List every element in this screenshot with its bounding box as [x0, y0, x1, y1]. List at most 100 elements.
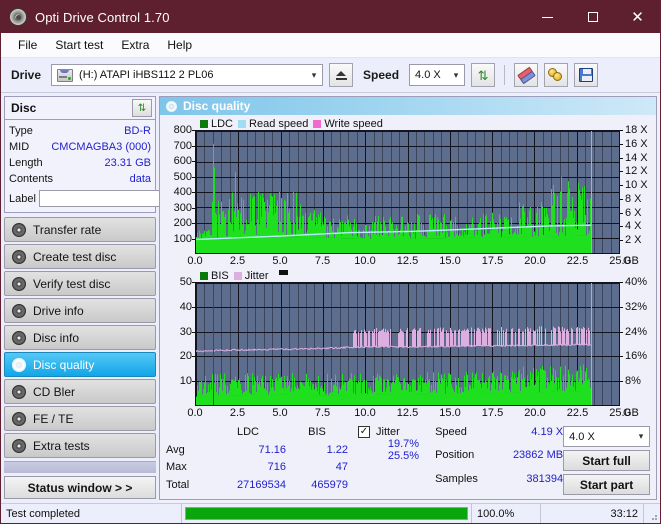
save-button[interactable] [574, 63, 598, 87]
resize-grip-icon [649, 512, 658, 521]
disc-icon [12, 331, 26, 345]
axis-tick-label: 100 [174, 233, 192, 245]
eraser-icon [517, 66, 536, 84]
axis-tick-label: 400 [174, 186, 192, 198]
jitter-column: ✓ Jitter 19.7% 25.5% [348, 426, 431, 495]
menu-item-help[interactable]: Help [158, 35, 201, 55]
axis-tick-label: 4 X [625, 220, 642, 232]
erase-button[interactable] [514, 63, 538, 87]
axis-tick-label: 2 X [625, 234, 642, 246]
axis-tick-label: 18 X [625, 124, 648, 136]
jitter-checkbox[interactable]: ✓ [358, 426, 370, 438]
test-controls: 4.0 X ▾ Start full Start part [563, 426, 650, 495]
axis-tick-label: 600 [174, 155, 192, 167]
resize-grip[interactable] [644, 504, 660, 523]
speed-label: Speed [359, 68, 403, 82]
sidebar-item-transfer-rate[interactable]: Transfer rate [4, 217, 156, 242]
refresh-icon: ⇅ [138, 103, 146, 114]
menu-item-start-test[interactable]: Start test [46, 35, 112, 55]
axis-tick-label: 12 X [625, 165, 648, 177]
eject-button[interactable] [329, 63, 353, 87]
eject-icon [336, 71, 347, 80]
axis-tick-label: 10 [180, 375, 192, 387]
charts-area: LDC Read speed Write speed 1002003004005… [160, 115, 656, 422]
ldc-plot-row: 100200300400500600700800 2 X4 X6 X8 X10 … [162, 130, 654, 254]
sidebar-item-disc-quality[interactable]: Disc quality [4, 352, 156, 377]
axis-tick-label: 15.0 [439, 407, 460, 419]
disc-icon [12, 412, 26, 426]
sidebar-item-extra-tests[interactable]: Extra tests [4, 433, 156, 458]
sidebar-item-create-test-disc[interactable]: Create test disc [4, 244, 156, 269]
window-controls: ✕ [525, 1, 660, 33]
status-progress-cell [182, 504, 472, 523]
axis-tick-label: 10.0 [354, 255, 375, 267]
axis-tick-label: 12.5 [397, 255, 418, 267]
axis-tick-label: 17.5 [482, 255, 503, 267]
sidebar-item-cd-bler[interactable]: CD Bler [4, 379, 156, 404]
minimize-icon [542, 17, 553, 18]
sidebar-item-label: Extra tests [33, 439, 90, 453]
sidebar-item-label: Disc info [33, 331, 79, 345]
sidebar-item-drive-info[interactable]: Drive info [4, 298, 156, 323]
axis-tick [620, 144, 623, 145]
disc-info-panel: Disc ⇅ Type BD-R MID CMCMAGBA3 (000) Len… [4, 96, 156, 213]
stats-panel: LDC BIS Avg 71.16 1.22 Max 716 47 Total … [160, 422, 656, 499]
samples-stat-value: 381394 [487, 473, 563, 495]
speed-select[interactable]: 4.0 X ▾ [409, 64, 465, 86]
stats-avg-ldc: 71.16 [210, 444, 286, 461]
refresh-icon: ⇅ [478, 69, 489, 82]
speed-stat-value: 4.19 X [487, 426, 563, 448]
disc-refresh-button[interactable]: ⇅ [132, 99, 152, 117]
progress-bar-fill [186, 508, 467, 519]
sidebar-item-verify-test-disc[interactable]: Verify test disc [4, 271, 156, 296]
disc-row-contents: Contents data [9, 171, 151, 187]
bitsetting-button[interactable] [544, 63, 568, 87]
legend-label: Jitter [245, 270, 269, 282]
samples-stat-label: Samples [435, 473, 487, 495]
drive-select-value-wrap: (H:) ATAPI iHBS112 2 PL06 [52, 69, 214, 82]
sidebar-item-label: Verify test disc [33, 277, 110, 291]
axis-tick [620, 356, 623, 357]
menu-bar: File Start test Extra Help [1, 33, 660, 58]
close-button[interactable]: ✕ [615, 1, 660, 33]
sidebar-item-fe-te[interactable]: FE / TE [4, 406, 156, 431]
sidebar-item-disc-info[interactable]: Disc info [4, 325, 156, 350]
floppy-save-icon [579, 68, 593, 82]
stats-row-label-avg: Avg [166, 444, 210, 461]
axis-tick-label: 2.5 [230, 255, 245, 267]
maximize-button[interactable] [570, 1, 615, 33]
legend-swatch-icon [238, 120, 246, 128]
drive-select-value: (H:) ATAPI iHBS112 2 PL06 [79, 69, 214, 81]
axis-tick [620, 171, 623, 172]
start-full-button[interactable]: Start full [563, 450, 650, 471]
legend-swatch-icon [200, 272, 208, 280]
axis-unit-label: GB [623, 255, 639, 267]
axis-tick [620, 213, 623, 214]
axis-tick-label: 32% [625, 301, 647, 313]
axis-tick-label: 0.0 [187, 255, 202, 267]
menu-item-file[interactable]: File [9, 35, 46, 55]
sidebar-item-label: Create test disc [33, 250, 116, 264]
axis-tick [620, 240, 623, 241]
chevron-down-icon: ▾ [633, 431, 649, 442]
toolbar-separator [504, 65, 505, 85]
stats-header-bis: BIS [286, 426, 348, 443]
sidebar-item-label: FE / TE [33, 412, 73, 426]
drive-label: Drive [7, 68, 45, 82]
maximize-icon [588, 12, 598, 22]
axis-tick-label: 16 X [625, 138, 648, 150]
ldc-chart: LDC Read speed Write speed 1002003004005… [162, 117, 654, 269]
jitter-checkbox-row[interactable]: ✓ Jitter [358, 426, 400, 438]
menu-item-extra[interactable]: Extra [112, 35, 158, 55]
disc-row-contents-value: data [130, 173, 151, 185]
drive-select[interactable]: (H:) ATAPI iHBS112 2 PL06 ▾ [51, 64, 323, 86]
refresh-button[interactable]: ⇅ [471, 63, 495, 87]
axis-tick-label: 17.5 [482, 407, 503, 419]
status-window-button[interactable]: Status window > > [4, 476, 156, 499]
start-part-button[interactable]: Start part [563, 474, 650, 495]
bis-y2-axis: 8%16%24%32%40% [620, 282, 654, 406]
panel-header: Disc quality [160, 97, 656, 115]
minimize-button[interactable] [525, 1, 570, 33]
axis-tick-label: 20.0 [524, 407, 545, 419]
test-speed-select[interactable]: 4.0 X ▾ [563, 426, 650, 447]
